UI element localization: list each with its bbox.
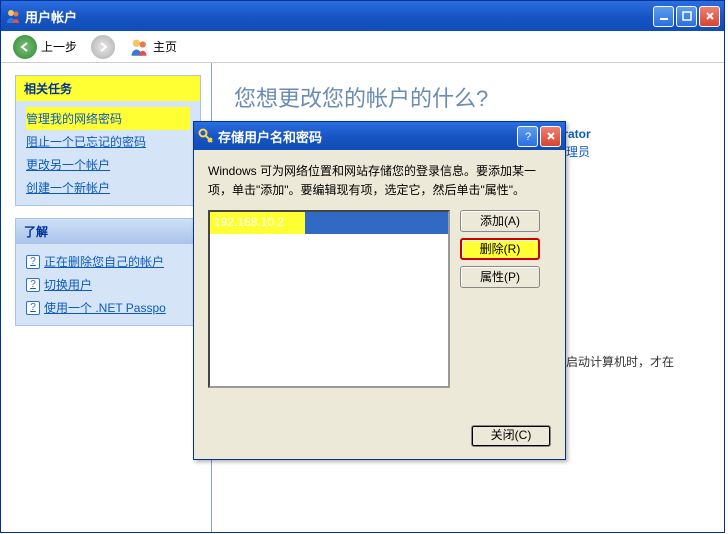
- maximize-button[interactable]: [676, 6, 697, 27]
- link-prevent-forgotten[interactable]: 阻止一个已忘记的密码: [26, 130, 190, 153]
- tasks-panel: 相关任务 管理我的网络密码 阻止一个已忘记的密码 更改另一个帐户 创建一个新帐户: [15, 75, 201, 206]
- bottom-note: 模式启动计算机时，才在: [542, 353, 702, 370]
- link-use-passport[interactable]: ?使用一个 .NET Passpo: [26, 296, 190, 319]
- learn-panel: 了解 ?正在删除您自己的帐户 ?切换用户 ?使用一个 .NET Passpo: [15, 218, 201, 326]
- dialog-footer: 关闭(C): [471, 425, 551, 447]
- svg-text:?: ?: [525, 131, 531, 142]
- learn-body: ?正在删除您自己的帐户 ?切换用户 ?使用一个 .NET Passpo: [16, 244, 200, 325]
- account-name: nistrator: [542, 125, 702, 143]
- window-controls: [653, 6, 720, 27]
- button-column: 添加(A) 删除(R) 属性(P): [460, 210, 540, 388]
- minimize-button[interactable]: [653, 6, 674, 27]
- close-button[interactable]: [699, 6, 720, 27]
- home-button[interactable]: 主页: [125, 35, 181, 59]
- close-dialog-button[interactable]: 关闭(C): [471, 425, 551, 447]
- remove-button[interactable]: 删除(R): [460, 238, 540, 260]
- people-icon: [129, 37, 149, 57]
- link-deleting[interactable]: ?正在删除您自己的帐户: [26, 250, 190, 273]
- dialog-titlebar: 存储用户名和密码 ?: [194, 122, 565, 150]
- key-icon: [198, 128, 214, 144]
- sidebar: 相关任务 管理我的网络密码 阻止一个已忘记的密码 更改另一个帐户 创建一个新帐户…: [1, 63, 211, 532]
- help-icon: ?: [26, 255, 40, 269]
- properties-button[interactable]: 属性(P): [460, 266, 540, 288]
- tasks-body: 管理我的网络密码 阻止一个已忘记的密码 更改另一个帐户 创建一个新帐户: [16, 101, 200, 205]
- toolbar: 上一步 主页: [1, 31, 724, 63]
- users-icon: [5, 8, 21, 24]
- forward-button[interactable]: [87, 33, 119, 61]
- dialog-close-button[interactable]: [540, 126, 561, 147]
- dialog-mid: 192.168.10.2 添加(A) 删除(R) 属性(P): [208, 210, 551, 388]
- dialog-instructions: Windows 可为网络位置和网站存储您的登录信息。要添加某一项，单击"添加"。…: [208, 162, 551, 200]
- forward-arrow-icon: [91, 35, 115, 59]
- help-icon: ?: [26, 278, 40, 292]
- home-label: 主页: [153, 38, 177, 55]
- back-arrow-icon: [13, 35, 37, 59]
- add-button[interactable]: 添加(A): [460, 210, 540, 232]
- link-change-account[interactable]: 更改另一个帐户: [26, 153, 190, 176]
- main-title: 用户帐户: [25, 7, 653, 26]
- help-icon: ?: [26, 301, 40, 315]
- account-role: 机管理员: [542, 143, 702, 161]
- credentials-dialog: 存储用户名和密码 ? Windows 可为网络位置和网站存储您的登录信息。要添加…: [193, 121, 566, 460]
- tasks-header: 相关任务: [16, 76, 200, 101]
- account-protection: 保护: [542, 161, 702, 179]
- page-heading: 您想更改您的帐户的什么?: [234, 81, 702, 113]
- account-info: nistrator 机管理员 保护: [542, 125, 702, 179]
- credentials-listbox[interactable]: 192.168.10.2: [208, 210, 450, 388]
- link-switch-user[interactable]: ?切换用户: [26, 273, 190, 296]
- main-titlebar: 用户帐户: [1, 1, 724, 31]
- dialog-body: Windows 可为网络位置和网站存储您的登录信息。要添加某一项，单击"添加"。…: [194, 150, 565, 400]
- link-create-account[interactable]: 创建一个新帐户: [26, 176, 190, 199]
- link-manage-passwords[interactable]: 管理我的网络密码: [26, 107, 190, 130]
- back-label: 上一步: [41, 38, 77, 55]
- list-item[interactable]: 192.168.10.2: [210, 212, 448, 233]
- dialog-title: 存储用户名和密码: [218, 127, 517, 146]
- dialog-help-button[interactable]: ?: [517, 126, 538, 147]
- back-button[interactable]: 上一步: [9, 33, 81, 61]
- learn-header: 了解: [16, 219, 200, 244]
